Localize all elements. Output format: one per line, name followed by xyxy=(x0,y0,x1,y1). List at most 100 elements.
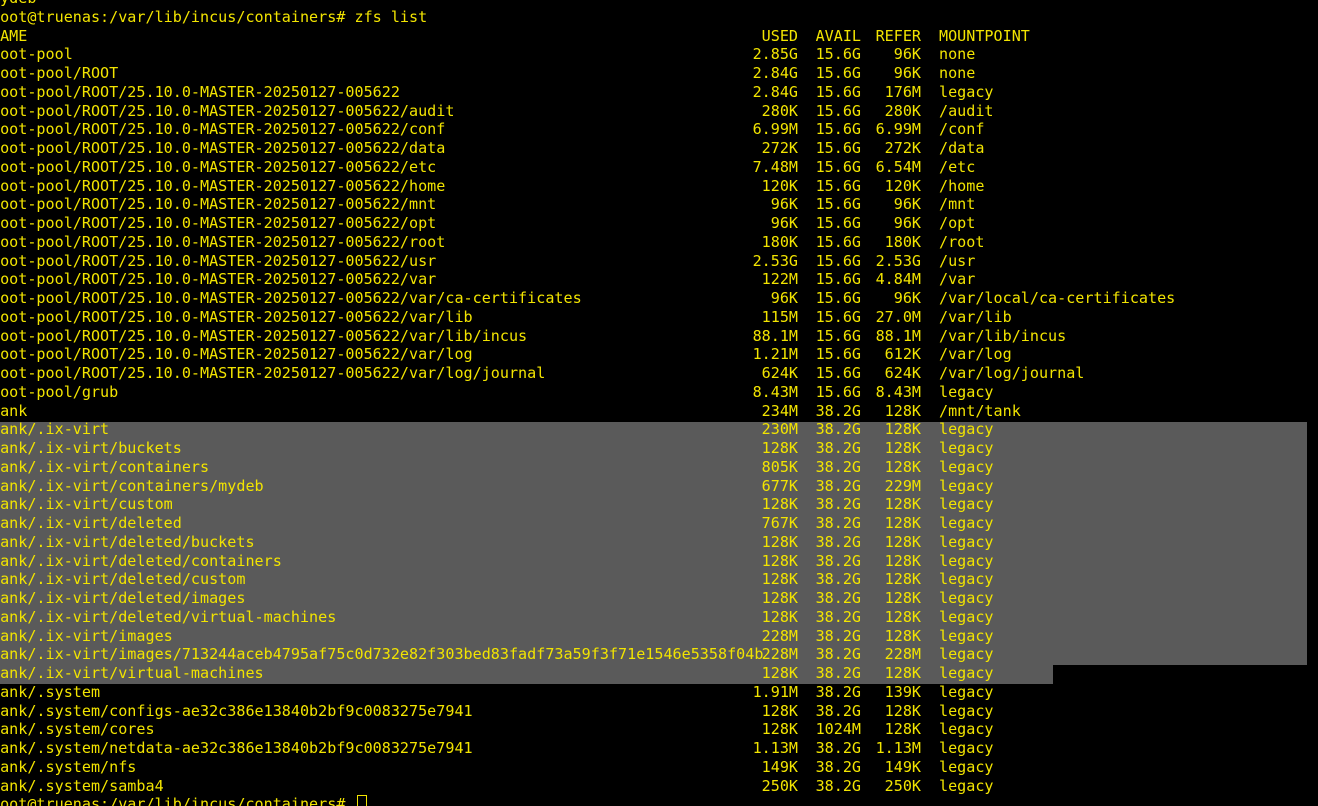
dataset-refer: 4.84M xyxy=(875,270,921,289)
dataset-used: 1.91M xyxy=(752,682,798,701)
dataset-refer: 176M xyxy=(884,82,921,101)
dataset-used: 115M xyxy=(761,307,798,326)
table-row: tank/.ix-virt/containers 805K 38.2G 128K leg… xyxy=(0,458,994,477)
previous-output-text: mydeb xyxy=(0,0,36,8)
dataset-mountpoint: legacy xyxy=(939,476,994,495)
dataset-used: 2.84G xyxy=(752,82,798,101)
table-row: boot-pool/ROOT/25.10.0-MASTER-20250127-0… xyxy=(0,233,984,252)
dataset-avail: 38.2G xyxy=(815,420,861,439)
dataset-avail: 38.2G xyxy=(815,664,861,682)
dataset-avail: 38.2G xyxy=(815,570,861,589)
dataset-name: boot-pool/ROOT/25.10.0-MASTER-20250127-0… xyxy=(0,251,437,270)
dataset-avail: 38.2G xyxy=(815,607,861,626)
table-row: boot-pool/ROOT 2.84G 15.6G 96K none xyxy=(0,64,975,83)
table-row: tank/.ix-virt/buckets 128K 38.2G 128K legacy xyxy=(0,439,994,458)
dataset-refer: 128K xyxy=(884,551,921,570)
dataset-name: tank/.ix-virt/virtual-machines xyxy=(0,664,264,682)
dataset-refer: 250K xyxy=(884,776,921,795)
dataset-avail: 15.6G xyxy=(815,101,861,120)
dataset-avail: 38.2G xyxy=(815,476,861,495)
dataset-mountpoint: legacy xyxy=(939,420,994,439)
header-avail: AVAIL xyxy=(815,26,861,45)
table-row: boot-pool/ROOT/25.10.0-MASTER-20250127-0… xyxy=(0,364,1084,383)
dataset-name: boot-pool/ROOT/25.10.0-MASTER-20250127-0… xyxy=(0,214,437,232)
dataset-name: tank/.ix-virt xyxy=(0,420,110,439)
dataset-name: tank/.system/configs-ae32c386e13840b2bf9… xyxy=(0,701,473,720)
dataset-name: tank/.ix-virt/deleted/buckets xyxy=(0,532,255,551)
dataset-name: boot-pool/ROOT/25.10.0-MASTER-20250127-0… xyxy=(0,101,455,120)
dataset-used: 96K xyxy=(770,195,798,214)
dataset-name: boot-pool/ROOT/25.10.0-MASTER-20250127-0… xyxy=(0,232,446,251)
dataset-refer: 229M xyxy=(884,476,921,495)
dataset-avail: 15.6G xyxy=(815,120,861,139)
prompt-line[interactable]: root@truenas:/var/lib/incus/containers# xyxy=(0,795,367,806)
dataset-name: tank/.system/nfs xyxy=(0,757,137,776)
dataset-name: boot-pool xyxy=(0,45,73,64)
table-row: boot-pool/ROOT/25.10.0-MASTER-20250127-0… xyxy=(0,345,1012,364)
dataset-used: 128K xyxy=(761,664,798,682)
dataset-mountpoint: legacy xyxy=(939,720,994,739)
dataset-avail: 38.2G xyxy=(815,401,861,420)
dataset-name: boot-pool/ROOT xyxy=(0,64,119,82)
dataset-name: boot-pool/ROOT/25.10.0-MASTER-20250127-0… xyxy=(0,195,437,214)
dataset-mountpoint: /data xyxy=(939,139,985,157)
dataset-mountpoint: /usr xyxy=(939,251,976,270)
dataset-used: 128K xyxy=(761,532,798,551)
table-row: tank/.ix-virt/deleted/custom 128K 38.2G 128… xyxy=(0,570,994,589)
table-row: boot-pool/ROOT/25.10.0-MASTER-20250127-0… xyxy=(0,102,994,121)
dataset-mountpoint: /var xyxy=(939,270,976,289)
dataset-refer: 128K xyxy=(884,589,921,607)
dataset-refer: 1.13M xyxy=(875,739,921,757)
dataset-used: 128K xyxy=(761,589,798,607)
dataset-name: tank xyxy=(0,401,28,420)
dataset-mountpoint: legacy xyxy=(939,607,994,626)
header-mountpoint: MOUNTPOINT xyxy=(939,26,1030,45)
dataset-avail: 15.6G xyxy=(815,232,861,251)
table-row: tank/.system/cores 128K 1024M 128K legacy xyxy=(0,720,994,739)
dataset-used: 128K xyxy=(761,607,798,626)
dataset-used: 228M xyxy=(761,645,798,664)
dataset-name: tank/.system/samba4 xyxy=(0,776,164,795)
table-row: tank/.system/samba4 250K 38.2G 250K legacy xyxy=(0,777,994,796)
table-row: tank/.ix-virt/custom 128K 38.2G 128K legacy xyxy=(0,495,994,514)
table-row: tank/.ix-virt/deleted/images 128K 38.2G 128… xyxy=(0,589,994,608)
table-row: tank/.system/netdata-ae32c386e13840b2bf9… xyxy=(0,739,994,758)
dataset-avail: 38.2G xyxy=(815,495,861,514)
table-row: boot-pool/grub 8.43M 15.6G 8.43M legacy xyxy=(0,383,994,402)
dataset-name: boot-pool/ROOT/25.10.0-MASTER-20250127-0… xyxy=(0,345,473,364)
dataset-used: 128K xyxy=(761,439,798,457)
terminal-window[interactable]: mydeb root@truenas:/var/lib/incus/contai… xyxy=(0,0,1318,806)
dataset-used: 677K xyxy=(761,476,798,495)
dataset-used: 128K xyxy=(761,551,798,570)
table-row: boot-pool/ROOT/25.10.0-MASTER-20250127-0… xyxy=(0,327,1066,346)
dataset-refer: 624K xyxy=(884,364,921,382)
dataset-mountpoint: legacy xyxy=(939,439,994,457)
dataset-used: 250K xyxy=(761,776,798,795)
dataset-name: boot-pool/grub xyxy=(0,382,119,401)
dataset-used: 128K xyxy=(761,720,798,739)
dataset-used: 122M xyxy=(761,270,798,289)
dataset-avail: 15.6G xyxy=(815,82,861,101)
dataset-avail: 15.6G xyxy=(815,307,861,326)
dataset-mountpoint: legacy xyxy=(939,514,994,532)
table-row: tank/.ix-virt/virtual-machines 128K 38.2G 1… xyxy=(0,664,994,683)
dataset-name: boot-pool/ROOT/25.10.0-MASTER-20250127-0… xyxy=(0,364,546,382)
table-row: tank/.ix-virt/images 228M 38.2G 128K legacy xyxy=(0,627,994,646)
dataset-mountpoint: legacy xyxy=(939,739,994,757)
dataset-avail: 38.2G xyxy=(815,589,861,607)
dataset-mountpoint: legacy xyxy=(939,701,994,720)
dataset-mountpoint: /var/lib xyxy=(939,307,1012,326)
dataset-refer: 128K xyxy=(884,570,921,589)
dataset-avail: 38.2G xyxy=(815,757,861,776)
prompt-text[interactable]: root@truenas:/var/lib/incus/containers# xyxy=(0,795,367,806)
dataset-mountpoint: /opt xyxy=(939,214,976,232)
dataset-mountpoint: /mnt/tank xyxy=(939,401,1021,420)
dataset-name: tank/.ix-virt/deleted/images xyxy=(0,589,246,607)
dataset-name: boot-pool/ROOT/25.10.0-MASTER-20250127-0… xyxy=(0,139,446,157)
dataset-name: boot-pool/ROOT/25.10.0-MASTER-20250127-0… xyxy=(0,307,473,326)
dataset-mountpoint: legacy xyxy=(939,457,994,476)
dataset-refer: 128K xyxy=(884,439,921,457)
dataset-avail: 15.6G xyxy=(815,214,861,232)
dataset-name: tank/.ix-virt/custom xyxy=(0,495,173,514)
dataset-avail: 15.6G xyxy=(815,157,861,176)
